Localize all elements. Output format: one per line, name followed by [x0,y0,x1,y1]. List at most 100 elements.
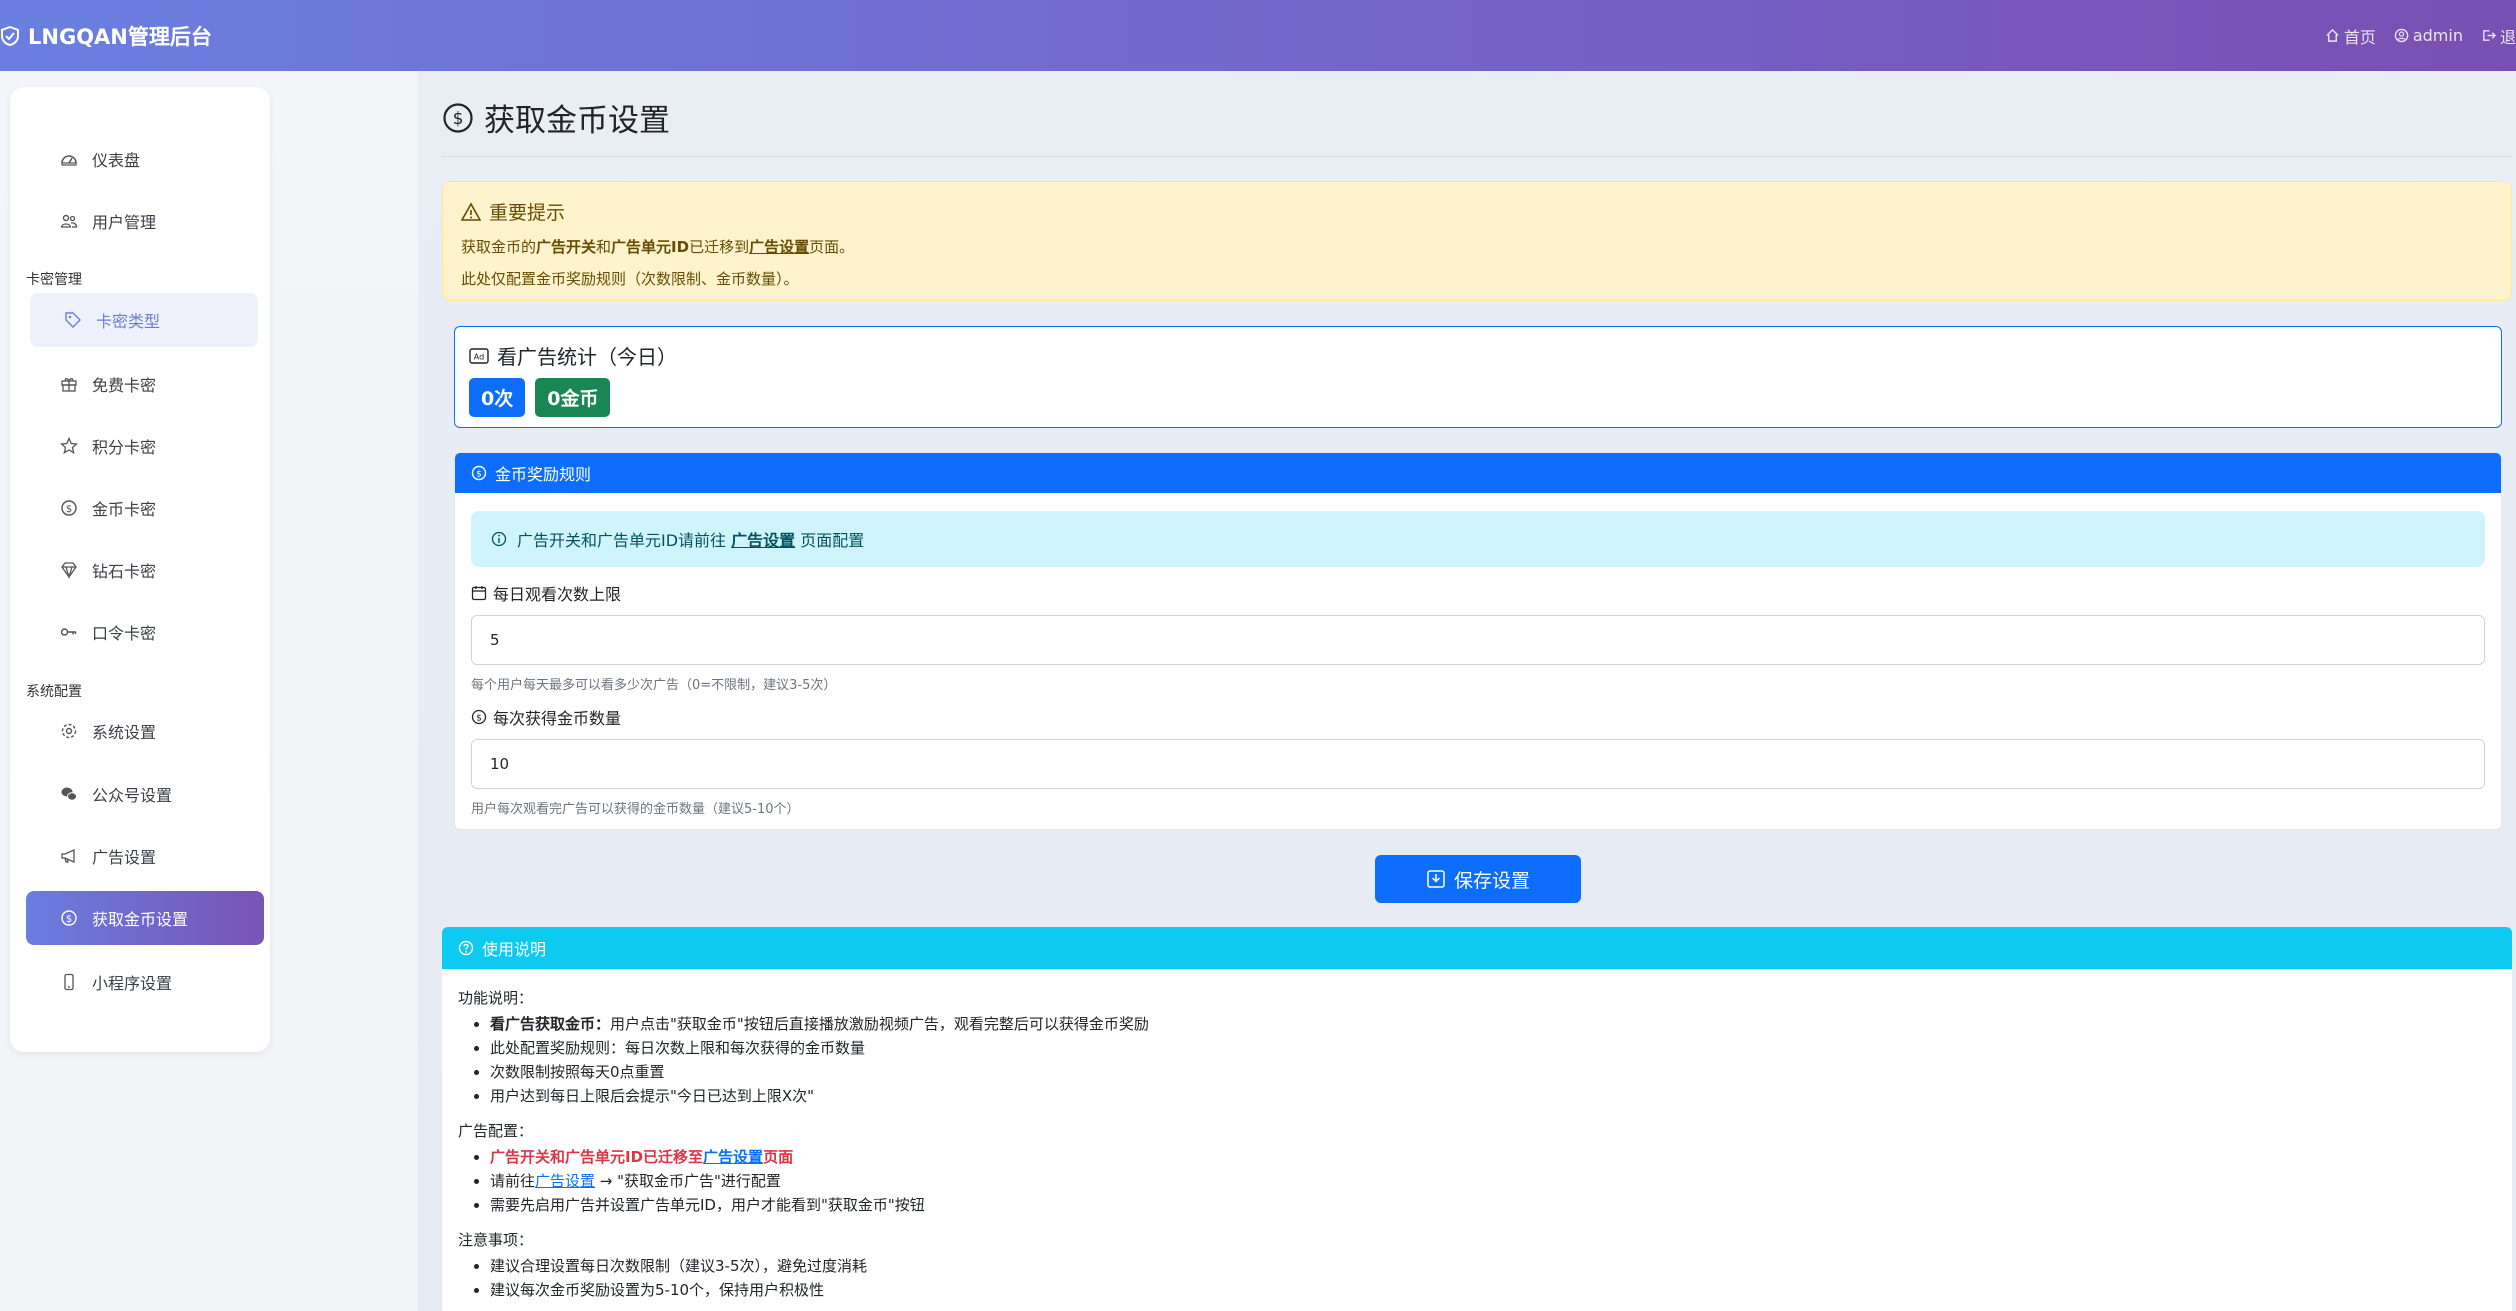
sidebar-item-free-cards[interactable]: 免费卡密 [26,357,254,411]
sidebar-item-password-cards[interactable]: 口令卡密 [26,605,254,659]
wechat-icon [61,787,77,801]
coins-badge: 0金币 [535,378,611,417]
sidebar-item-points-cards[interactable]: 积分卡密 [26,419,254,473]
info-icon [491,531,507,547]
user-circle-icon [2394,28,2409,43]
title-divider [442,156,2512,157]
list-item: 用户达到每日上限后会提示"今日已达到上限X次" [490,1084,2496,1108]
nav-logout-label: 退 [2499,27,2516,47]
top-nav: 首页 admin 退 [2325,24,2516,48]
sidebar-item-label: 公众号设置 [92,786,173,805]
daily-limit-help: 每个用户每天最多可以看多少次广告（0=不限制，建议3-5次） [471,678,837,693]
coin-icon: $ [471,465,487,481]
coin-icon: $ [443,102,473,133]
sidebar-item-system-settings[interactable]: 系统设置 [26,704,254,758]
svg-text:$: $ [476,714,482,724]
important-notice: 重要提示 获取金币的广告开关和广告单元ID已迁移到广告设置页面。 此处仅配置金币… [442,181,2512,301]
warning-icon [461,201,481,221]
page-title: $ 获取金币设置 [442,95,670,140]
list-item-text: 用户点击"获取金币"按钮后直接播放激励视频广告，观看完整后可以获得金币奖励 [610,1015,1149,1033]
notice-text: 获取金币的 [461,238,537,256]
usage-section-function: 功能说明： 看广告获取金币：用户点击"获取金币"按钮后直接播放激励视频广告，观看… [458,987,2496,1108]
users-icon [60,214,78,228]
usage-section-ad-config: 广告配置： 广告开关和广告单元ID已迁移至广告设置页面 请前往广告设置 → "获… [458,1120,2496,1217]
ad-settings-link[interactable]: 广告设置 [535,1172,595,1190]
list-item-text: 广告开关和广告单元ID已迁移至 [490,1148,704,1166]
list-item-strong: 看广告获取金币： [490,1015,611,1033]
phone-icon [64,973,74,991]
list-item: 需要先启用广告并设置广告单元ID，用户才能看到"获取金币"按钮 [490,1193,2496,1217]
save-button[interactable]: 保存设置 [1375,855,1581,903]
save-button-label: 保存设置 [1453,869,1530,892]
usage-list: 广告开关和广告单元ID已迁移至广告设置页面 请前往广告设置 → "获取金币广告"… [490,1145,2496,1217]
notice-strong: 广告开关 [536,238,597,256]
dashboard-icon [61,155,77,166]
sidebar-item-gold-cards[interactable]: $ 金币卡密 [26,481,254,535]
ad-settings-link[interactable]: 广告设置 [731,531,795,550]
sidebar-item-miniapp-settings[interactable]: 小程序设置 [26,955,254,1009]
sidebar-item-ad-settings[interactable]: 广告设置 [26,829,254,883]
key-icon [60,628,77,636]
sidebar-item-label: 积分卡密 [92,438,157,457]
usage-title: 使用说明 [482,940,547,959]
sidebar-item-wechat-settings[interactable]: 公众号设置 [26,767,254,821]
coin-icon: $ [61,910,77,926]
sidebar-item-card-types[interactable]: 卡密类型 [30,293,258,347]
stats-title: 看广告统计（今日） [497,345,677,369]
nav-logout-link[interactable]: 退 [2481,24,2516,48]
question-circle-icon [458,940,474,956]
sidebar-item-users[interactable]: 用户管理 [26,194,254,248]
svg-text:$: $ [66,504,72,515]
view-count-badge: 0次 [469,378,526,417]
nav-home-link[interactable]: 首页 [2325,24,2376,48]
daily-limit-input[interactable]: 5 [471,615,2485,665]
usage-list: 建议合理设置每日次数限制（建议3-5次），避免过度消耗 建议每次金币奖励设置为5… [490,1254,2496,1302]
gift-icon [61,378,77,392]
list-item-text: → "获取金币广告"进行配置 [595,1172,781,1190]
rules-header: $ 金币奖励规则 [455,453,2501,493]
save-icon [1427,870,1445,888]
rules-info-box: 广告开关和广告单元ID请前往 广告设置 页面配置 [471,511,2485,567]
nav-home-label: 首页 [2343,27,2376,47]
tag-icon [65,312,81,328]
sidebar-item-dashboard[interactable]: 仪表盘 [26,132,254,186]
daily-limit-label-text: 每日观看次数上限 [493,585,622,604]
reward-rules-card: $ 金币奖励规则 广告开关和广告单元ID请前往 广告设置 页面配置 每日观看次数… [454,452,2502,830]
sidebar-item-label: 卡密类型 [96,312,161,331]
daily-limit-label: 每日观看次数上限 [471,581,621,605]
sidebar-item-label: 获取金币设置 [92,910,189,929]
calendar-icon [471,586,487,601]
sidebar: 仪表盘 用户管理 卡密管理 卡密类型 免费卡密 积分卡密 $ 金币卡密 钻石卡密… [10,87,270,1052]
section-title: 注意事项： [458,1231,534,1249]
notice-text: 和 [596,238,612,256]
top-header: LNGQAN管理后台 首页 admin 退 [0,0,2516,71]
list-item: 看广告获取金币：用户点击"获取金币"按钮后直接播放激励视频广告，观看完整后可以获… [490,1012,2496,1036]
sidebar-item-label: 钻石卡密 [92,562,157,581]
home-icon [2326,28,2339,42]
sidebar-item-diamond-cards[interactable]: 钻石卡密 [26,543,254,597]
nav-user-link[interactable]: admin [2394,24,2463,48]
sidebar-item-label: 系统设置 [92,723,157,742]
gem-icon [61,562,77,579]
svg-text:$: $ [453,109,464,129]
sidebar-item-get-coins-settings[interactable]: $ 获取金币设置 [26,891,264,945]
ad-settings-link[interactable]: 广告设置 [703,1148,763,1166]
notice-line-2: 此处仅配置金币奖励规则（次数限制、金币数量）。 [461,270,799,288]
usage-list: 看广告获取金币：用户点击"获取金币"按钮后直接播放激励视频广告，观看完整后可以获… [490,1012,2496,1108]
coins-per-view-input[interactable]: 10 [471,739,2485,789]
sidebar-section-system: 系统配置 [26,684,82,700]
stats-badges: 0次 0金币 [469,378,2487,417]
usage-body: 功能说明： 看广告获取金币：用户点击"获取金币"按钮后直接播放激励视频广告，观看… [442,969,2512,1311]
brand[interactable]: LNGQAN管理后台 [0,21,212,51]
usage-header: 使用说明 [442,927,2512,969]
list-item: 请前往广告设置 → "获取金币广告"进行配置 [490,1169,2496,1193]
rules-title: 金币奖励规则 [495,465,592,484]
coins-per-view-label-text: 每次获得金币数量 [493,709,622,728]
coin-icon: $ [61,500,77,516]
brand-title: LNGQAN管理后台 [28,24,212,49]
coins-per-view-label: $ 每次获得金币数量 [471,705,621,729]
section-title: 功能说明： [458,989,534,1007]
sidebar-item-label: 口令卡密 [92,624,157,643]
info-text-a: 广告开关和广告单元ID请前往 [517,531,727,550]
ad-settings-link[interactable]: 广告设置 [749,238,809,256]
